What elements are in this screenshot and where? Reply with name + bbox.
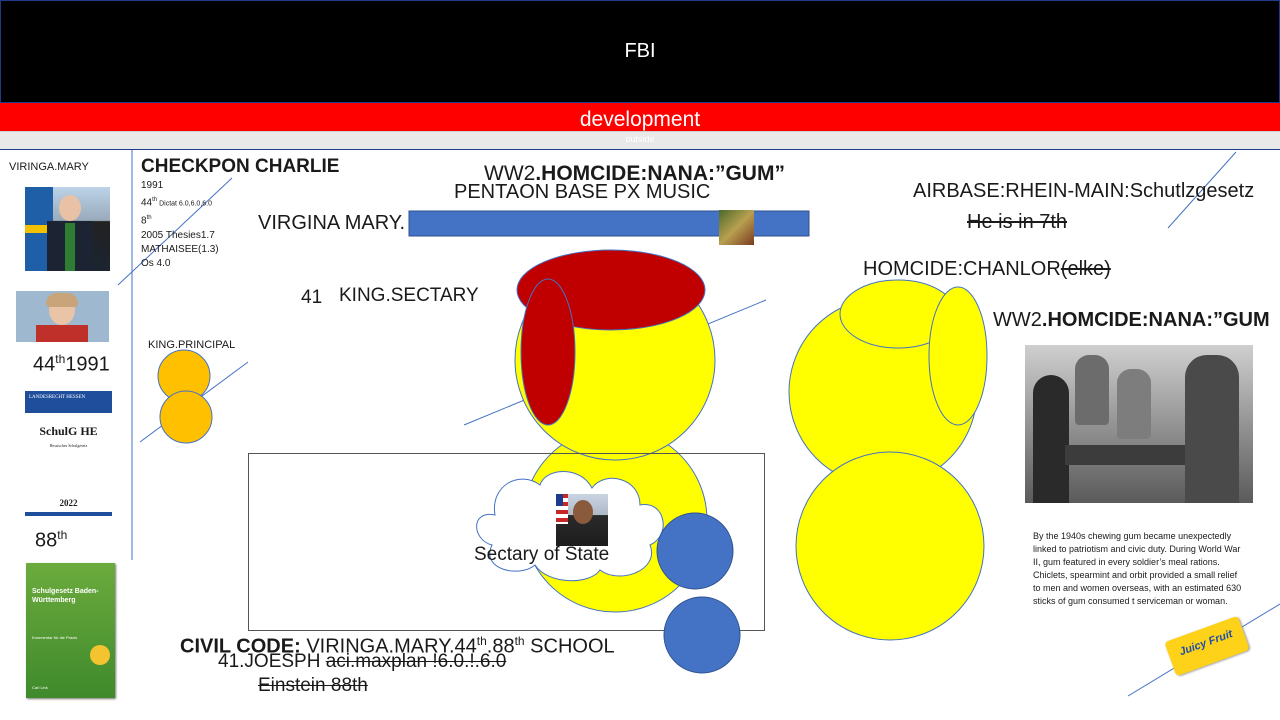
king-sectary-number: 41: [301, 287, 323, 308]
cloud-label: Sectary of State: [474, 544, 610, 565]
joesph-struck-text: aci.maxplan !6.0.!.6.0: [325, 651, 507, 672]
ww2-bold: .HOMCIDE:NANA:”GUM: [1041, 309, 1270, 331]
joesph-line: 41.JOESPH aci.maxplan !6.0.!.6.0: [218, 651, 506, 673]
ww2-prefix: WW2: [993, 309, 1042, 331]
red-ellipse: [520, 278, 576, 426]
yellow-ellipse: [928, 286, 988, 426]
detail-text: Dictat 6.0,6.0,6.0: [157, 200, 213, 208]
detail-line: 8th: [141, 211, 219, 228]
portrait-photo: [556, 494, 608, 546]
detail-line: 1991: [141, 180, 164, 191]
gum-history-text: By the 1940s chewing gum became unexpect…: [1033, 531, 1242, 606]
year-44th-1991: 44th1991: [33, 352, 110, 377]
book-series-label: LANDESRECHT HESSEN: [29, 395, 86, 400]
orange-circle: [159, 390, 213, 444]
label-88th: 88th: [35, 528, 67, 553]
airbase-label: AIRBASE:RHEIN-MAIN:Schutlzgesetz: [913, 180, 1255, 202]
joesph-text: 41.JOESPH: [218, 651, 326, 672]
book-subtitle: Kommentar für die Praxis: [32, 635, 78, 640]
virgina-mary-label: VIRGINA MARY.: [258, 212, 406, 234]
book-title: Schulgesetz Baden-Württemberg: [32, 588, 99, 604]
king-principal-label: KING.PRINCIPAL: [148, 339, 236, 351]
homcide-text: HOMCIDE:CHANLOR: [863, 258, 1061, 280]
superscript-th: th: [55, 352, 66, 366]
checkpoint-details: 1991 44th Dictat 6.0,6.0,6.0 8th 2005 Th…: [141, 179, 219, 271]
portrait-photo: [16, 291, 109, 342]
blue-circle: [663, 596, 741, 674]
detail-line: 44th Dictat 6.0,6.0,6.0: [141, 193, 219, 211]
small-photo: [719, 210, 754, 245]
viringa-mary-label: VIRINGA.MARY: [9, 161, 89, 173]
ww2-heading-right: WW2.HOMCIDE:NANA:”GUM: [993, 309, 1280, 332]
homcide-chanlor-label: HOMCIDE:CHANLOR(elke): [863, 258, 1111, 281]
seventh-label: He is in 7th: [967, 211, 1068, 233]
detail-line: 2005 Thesies1.7: [141, 229, 215, 241]
detail-line: MATHAISEE(1.3): [141, 243, 219, 255]
superscript-th: th: [146, 215, 152, 222]
detail-line: Os 4.0: [141, 257, 171, 269]
civil-code-text: SCHOOL: [524, 635, 615, 658]
num-44: 44: [33, 353, 56, 376]
book-publisher: Carl Link: [32, 685, 48, 690]
checkpoint-title: CHECKPON CHARLIE: [141, 156, 340, 177]
book-schulg-he: LANDESRECHT HESSEN SchulG HE Hessisches …: [25, 391, 112, 517]
blue-circle: [656, 512, 734, 590]
book-subtitle: Hessisches Schulgesetz: [49, 443, 88, 448]
portrait-photo: [25, 187, 110, 271]
detail-text: 44: [141, 197, 153, 209]
book-title: SchulG HE: [39, 424, 98, 438]
homcide-struck-text: (elke): [1060, 258, 1111, 280]
superscript-th: th: [514, 634, 525, 648]
einstein-label: Einstein 88th: [258, 675, 368, 696]
book-year: 2022: [59, 498, 78, 508]
superscript-th: th: [57, 528, 68, 542]
book-schulgesetz-bw: Schulgesetz Baden-Württemberg Kommentar …: [26, 563, 115, 698]
year-1991: 1991: [65, 353, 110, 376]
pentagon-label: PENTAON BASE PX MUSIC: [454, 181, 711, 203]
num-88: 88: [35, 529, 58, 552]
yellow-circle: [795, 451, 985, 641]
historic-photo: [1025, 345, 1253, 503]
superscript-th: th: [476, 634, 487, 648]
king-sectary-label: KING.SECTARY: [339, 285, 479, 306]
